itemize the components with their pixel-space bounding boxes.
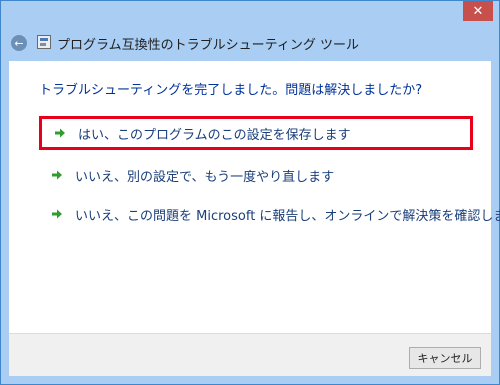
option-label: いいえ、別の設定で、もう一度やり直します xyxy=(75,169,335,185)
back-button[interactable]: ← xyxy=(11,35,27,51)
option-report-to-microsoft[interactable]: いいえ、この問題を Microsoft に報告し、オンラインで解決策を確認します xyxy=(39,197,500,231)
green-arrow-icon xyxy=(49,206,65,222)
close-icon: ✕ xyxy=(472,3,484,19)
instruction-text: トラブルシューティングを完了しました。問題は解決しましたか? xyxy=(39,83,423,98)
option-save-settings[interactable]: はい、このプログラムのこの設定を保存します xyxy=(39,116,473,150)
close-button[interactable]: ✕ xyxy=(463,1,493,21)
content-area: トラブルシューティングを完了しました。問題は解決しましたか? はい、このプログラ… xyxy=(9,61,500,333)
dialog-header: ← プログラム互換性のトラブルシューティング ツール xyxy=(9,29,491,61)
app-window-icon xyxy=(37,35,51,49)
green-arrow-icon xyxy=(49,167,65,183)
title-bar: ✕ xyxy=(1,1,499,25)
green-arrow-icon xyxy=(52,125,68,141)
window-title: プログラム互換性のトラブルシューティング ツール xyxy=(57,38,359,53)
option-retry-different-settings[interactable]: いいえ、別の設定で、もう一度やり直します xyxy=(39,158,473,192)
option-label: いいえ、この問題を Microsoft に報告し、オンラインで解決策を確認します xyxy=(75,208,500,224)
option-label: はい、このプログラムのこの設定を保存します xyxy=(78,127,351,143)
back-arrow-icon: ← xyxy=(14,36,24,50)
cancel-button[interactable]: キャンセル xyxy=(409,347,481,369)
dialog-window: ✕ ← プログラム互換性のトラブルシューティング ツール トラブルシューティング… xyxy=(0,0,500,385)
dialog-footer: キャンセル xyxy=(9,333,491,376)
